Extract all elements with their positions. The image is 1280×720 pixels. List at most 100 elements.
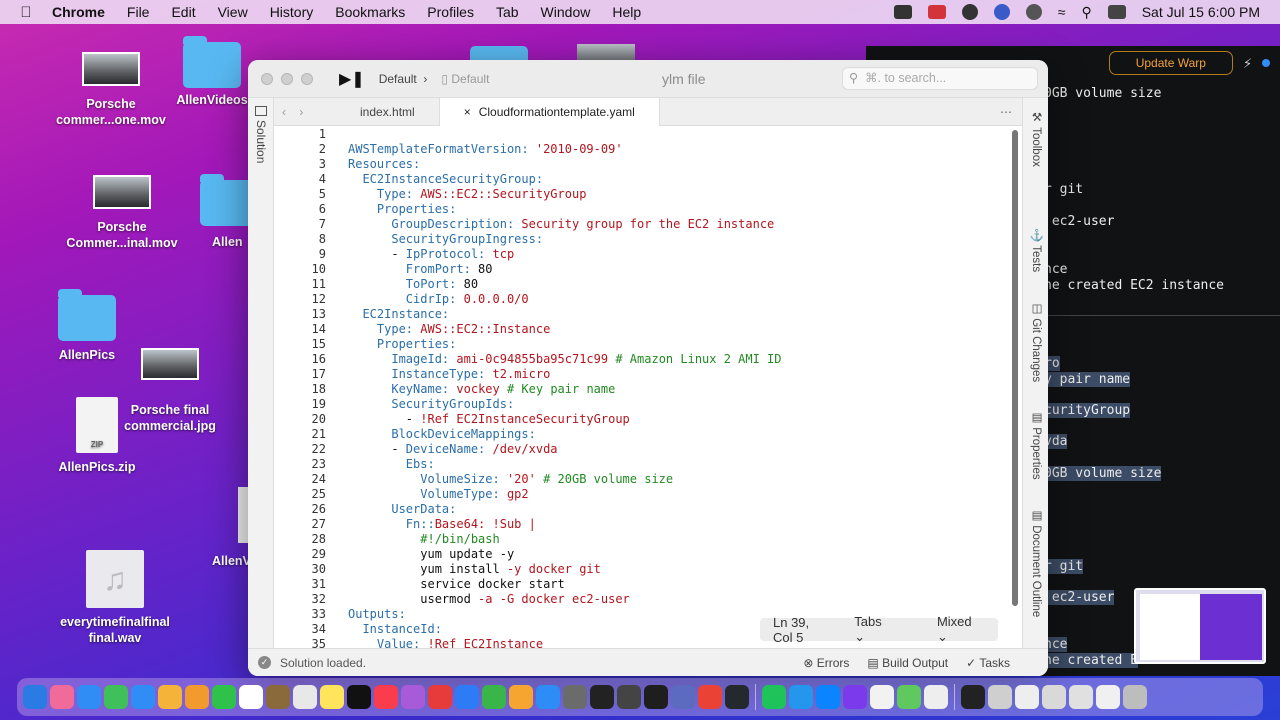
zoom-window-button[interactable]	[301, 72, 313, 85]
dock-app-icon[interactable]	[536, 685, 560, 709]
desktop-file-porsche-final-mov[interactable]: Porsche Commer...inal.mov	[62, 175, 182, 251]
menu-app-name[interactable]: Chrome	[52, 4, 105, 20]
dock-app-icon[interactable]	[924, 685, 948, 709]
dock-app-icon[interactable]	[1123, 685, 1147, 709]
dock-app-icon[interactable]	[762, 685, 786, 709]
menu-file[interactable]: File	[127, 4, 150, 20]
device-selector[interactable]: ▯ Default	[441, 72, 489, 86]
code-editor[interactable]: 1 2 3 4 5 6 7 8 9 10 11 12 13 14 15 16 17 18 19 20 21 22 23 24 2…	[274, 126, 1022, 648]
dock-app-icon[interactable]	[185, 685, 209, 709]
document-outline-panel-tab[interactable]: ▤ Document Outline	[1029, 508, 1043, 617]
spotlight-search-icon[interactable]: ⚲	[1081, 4, 1091, 21]
tab-index-html[interactable]: index.html	[336, 97, 440, 126]
dock-app-icon[interactable]	[401, 685, 425, 709]
close-tab-icon[interactable]: ×	[464, 105, 471, 119]
dock-app-icon[interactable]	[1042, 685, 1066, 709]
dock-app-icon[interactable]	[131, 685, 155, 709]
dock-app-icon[interactable]	[158, 685, 182, 709]
cursor-position[interactable]: Ln 39, Col 5	[760, 615, 828, 645]
vpn-status-icon[interactable]	[993, 4, 1010, 20]
dock-app-icon[interactable]	[50, 685, 74, 709]
dock-app-icon[interactable]	[266, 685, 290, 709]
control-center-icon[interactable]	[1107, 5, 1126, 19]
properties-panel-tab[interactable]: ▤ Properties	[1029, 410, 1043, 480]
dock-app-icon[interactable]	[897, 685, 921, 709]
solution-pad-icon[interactable]	[255, 106, 267, 116]
tasks-tab[interactable]: ✓ Tasks	[966, 656, 1010, 670]
dock-app-icon[interactable]	[428, 685, 452, 709]
search-input[interactable]: ⚲ ⌘. to search...	[842, 67, 1038, 90]
dock-app-icon[interactable]	[563, 685, 587, 709]
line-endings-selector[interactable]: Mixed ⌄	[911, 614, 998, 645]
desktop-file-wav[interactable]: ♫ everytimefinalfinal final.wav	[55, 550, 175, 646]
menu-tab[interactable]: Tab	[496, 4, 519, 20]
minimize-window-button[interactable]	[281, 72, 293, 85]
back-arrow-icon[interactable]: ‹	[282, 105, 286, 119]
right-sidebar: ⚒ Toolbox ⚓ Tests ◫ Git Changes ▤ Proper…	[1022, 98, 1048, 658]
clock[interactable]: Sat Jul 15 6:00 PM	[1142, 4, 1260, 20]
play-status-icon[interactable]	[1025, 4, 1042, 20]
dock-app-icon[interactable]	[455, 685, 479, 709]
menu-history[interactable]: History	[270, 4, 314, 20]
code-content[interactable]: AWSTemplateFormatVersion: '2010-09-09' Re…	[348, 126, 998, 648]
build-output-tab[interactable]: ▤ Build Output	[867, 656, 948, 670]
dock-app-icon[interactable]	[320, 685, 344, 709]
dock-app-icon[interactable]	[843, 685, 867, 709]
code-token: Type:	[376, 187, 421, 201]
vertical-scrollbar[interactable]	[1012, 130, 1018, 606]
tests-panel-tab[interactable]: ⚓ Tests	[1029, 228, 1043, 272]
dock-app-icon[interactable]	[816, 685, 840, 709]
dock-app-icon[interactable]	[789, 685, 813, 709]
dock-app-icon[interactable]	[617, 685, 641, 709]
menu-help[interactable]: Help	[612, 4, 641, 20]
indent-mode-selector[interactable]: Tabs ⌄	[828, 614, 911, 645]
dock-app-icon[interactable]	[725, 685, 749, 709]
dock-app-icon[interactable]	[293, 685, 317, 709]
dock-app-icon[interactable]	[374, 685, 398, 709]
run-button[interactable]: ▶❚	[339, 69, 365, 89]
apple-menu-icon[interactable]: 	[0, 4, 52, 21]
menu-bookmarks[interactable]: Bookmarks	[335, 4, 405, 20]
menu-view[interactable]: View	[218, 4, 248, 20]
tab-cloudformation-yaml[interactable]: × Cloudformationtemplate.yaml	[439, 97, 660, 126]
dock-app-icon[interactable]	[23, 685, 47, 709]
configuration-selector[interactable]: Default ›	[379, 72, 428, 86]
wifi-icon[interactable]: ≈	[1058, 4, 1066, 20]
dock-app-icon[interactable]	[870, 685, 894, 709]
dock-app-icon[interactable]	[671, 685, 695, 709]
dock-app-icon[interactable]	[212, 685, 236, 709]
menu-edit[interactable]: Edit	[171, 4, 195, 20]
dock-app-icon[interactable]	[347, 685, 371, 709]
dock-app-icon[interactable]	[961, 685, 985, 709]
git-changes-panel-tab[interactable]: ◫ Git Changes	[1029, 301, 1043, 382]
dock-app-icon[interactable]	[77, 685, 101, 709]
toolbox-panel-tab[interactable]: ⚒ Toolbox	[1029, 110, 1043, 167]
creative-cloud-icon[interactable]	[961, 4, 978, 20]
errors-tab[interactable]: ⊗ Errors	[803, 656, 849, 670]
lightning-icon[interactable]: ⚡	[1243, 54, 1252, 72]
screenshot-thumbnail-preview[interactable]	[1134, 588, 1266, 664]
dock-app-icon[interactable]	[1015, 685, 1039, 709]
dock-app-icon[interactable]	[590, 685, 614, 709]
forward-arrow-icon[interactable]: ›	[299, 105, 303, 119]
update-warp-button[interactable]: Update Warp	[1108, 51, 1233, 75]
dock-app-icon[interactable]	[239, 685, 263, 709]
menu-window[interactable]: Window	[541, 4, 591, 20]
dock-app-icon[interactable]	[988, 685, 1012, 709]
dock-app-icon[interactable]	[644, 685, 668, 709]
dock-app-icon[interactable]	[104, 685, 128, 709]
dock-app-icon[interactable]	[698, 685, 722, 709]
dock-app-icon[interactable]	[482, 685, 506, 709]
dock-app-icon[interactable]	[1096, 685, 1120, 709]
solution-panel-tab[interactable]: Solution	[254, 120, 268, 163]
app-status-icon[interactable]	[927, 5, 946, 19]
docker-status-icon[interactable]	[893, 5, 912, 19]
close-window-button[interactable]	[261, 72, 273, 85]
desktop-folder-allen[interactable]: Allen	[196, 174, 258, 250]
desktop-file-allenpics-zip[interactable]: ZIP AllenPics.zip	[37, 397, 157, 475]
dock-app-icon[interactable]	[1069, 685, 1093, 709]
dock-app-icon[interactable]	[509, 685, 533, 709]
more-options-icon[interactable]: ⋯	[1000, 105, 1022, 119]
menu-profiles[interactable]: Profiles	[427, 4, 474, 20]
